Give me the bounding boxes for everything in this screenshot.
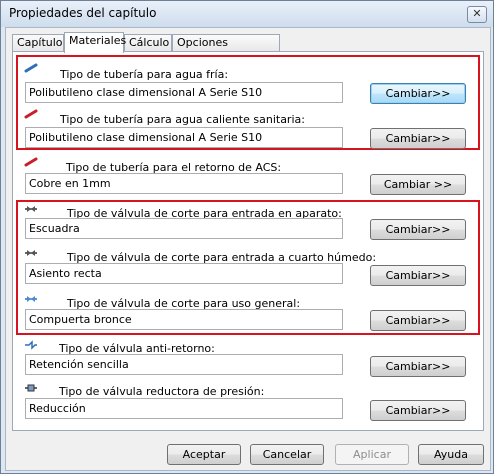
help-button[interactable]: Ayuda (418, 444, 484, 465)
general-valve-change-button[interactable]: Cambiar>> (370, 310, 466, 331)
cold-water-pipe-label: Tipo de tubería para agua fría: (60, 68, 229, 81)
general-valve-field[interactable]: Compuerta bronce (25, 309, 343, 330)
window-title: Propiedades del capítulo (9, 6, 157, 20)
acs-return-pipe-change-button[interactable]: Cambiar >> (370, 174, 466, 195)
tab-capitulo[interactable]: Capítulo (12, 34, 64, 51)
close-button[interactable]: ✕ (467, 6, 487, 23)
cold-water-pipe-change-button[interactable]: Cambiar>> (370, 83, 466, 104)
tab-calculo[interactable]: Cálculo (124, 34, 172, 51)
pressure-reducer-label: Tipo de válvula reductora de presión: (59, 385, 265, 398)
dialog-window: Propiedades del capítulo ✕ Capítulo Mate… (0, 0, 494, 474)
tab-materiales[interactable]: Materiales (64, 32, 126, 53)
appliance-valve-change-button[interactable]: Cambiar>> (370, 219, 466, 240)
wet-room-valve-field[interactable]: Asiento recta (25, 263, 343, 284)
general-valve-icon (25, 296, 37, 302)
cancel-button[interactable]: Cancelar (250, 444, 324, 465)
valve-icon (25, 250, 37, 256)
wet-room-valve-change-button[interactable]: Cambiar>> (370, 265, 466, 286)
red-pipe-icon (24, 157, 38, 167)
tab-opciones-especiales[interactable]: Opciones especiales (172, 34, 280, 65)
pressure-reducer-icon (25, 384, 37, 392)
title-bar[interactable]: Propiedades del capítulo ✕ (1, 1, 493, 27)
apply-button[interactable]: Aplicar (335, 444, 409, 465)
materials-panel: Tipo de tubería para agua fría: Polibuti… (12, 51, 484, 431)
cold-water-pipe-field[interactable]: Polibutileno clase dimensional A Serie S… (25, 82, 343, 103)
hot-water-pipe-field[interactable]: Polibutileno clase dimensional A Serie S… (25, 127, 343, 148)
acs-return-pipe-field[interactable]: Cobre en 1mm (25, 173, 343, 194)
pressure-reducer-field[interactable]: Reducción (25, 398, 343, 419)
appliance-valve-field[interactable]: Escuadra (25, 218, 343, 239)
check-valve-icon (25, 340, 37, 350)
blue-pipe-icon (24, 63, 38, 73)
hot-water-pipe-change-button[interactable]: Cambiar>> (370, 128, 466, 149)
accept-button[interactable]: Aceptar (167, 444, 241, 465)
pressure-reducer-change-button[interactable]: Cambiar>> (370, 400, 466, 421)
check-valve-field[interactable]: Retención sencilla (25, 354, 343, 375)
valve-icon (25, 206, 37, 212)
hot-water-pipe-label: Tipo de tubería para agua caliente sanit… (60, 113, 305, 126)
check-valve-change-button[interactable]: Cambiar>> (370, 356, 466, 377)
red-pipe-icon (24, 109, 38, 119)
client-area: Capítulo Materiales Cálculo Opciones esp… (5, 27, 491, 471)
